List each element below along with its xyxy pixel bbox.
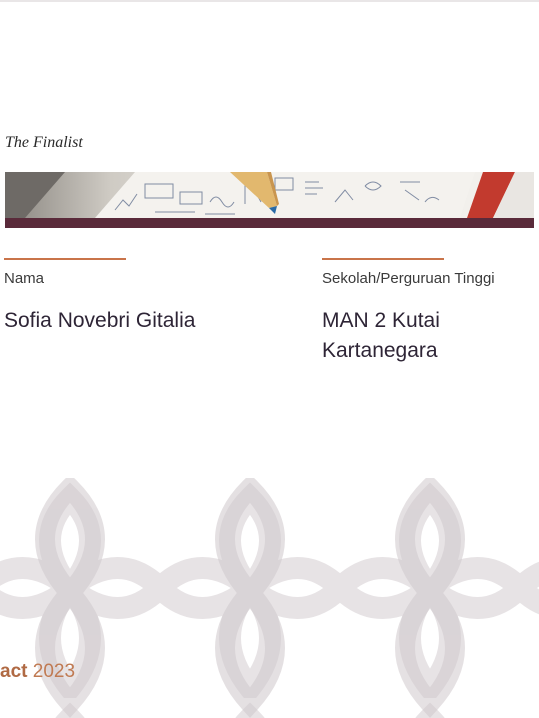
school-field: Sekolah/Perguruan Tinggi MAN 2 Kutai Kar… (322, 258, 532, 366)
school-label: Sekolah/Perguruan Tinggi (322, 270, 495, 287)
school-value-line2: Kartanegara (322, 339, 438, 362)
name-field: Nama Sofia Novebri Gitalia (4, 258, 195, 336)
school-value-line1: MAN 2 Kutai (322, 309, 440, 332)
decorative-pattern (0, 478, 539, 718)
footer-text: act 2023 (0, 661, 75, 683)
name-label: Nama (4, 270, 45, 287)
finalist-heading: The Finalist (5, 134, 83, 151)
accent-rule (4, 258, 126, 260)
school-value: MAN 2 Kutai Kartanegara (322, 306, 532, 366)
banner-photo (5, 172, 534, 228)
accent-rule (322, 258, 444, 260)
footer-partial-word: act (0, 661, 28, 682)
name-value: Sofia Novebri Gitalia (4, 309, 196, 332)
footer-year: 2023 (32, 661, 76, 682)
top-divider (0, 0, 539, 2)
